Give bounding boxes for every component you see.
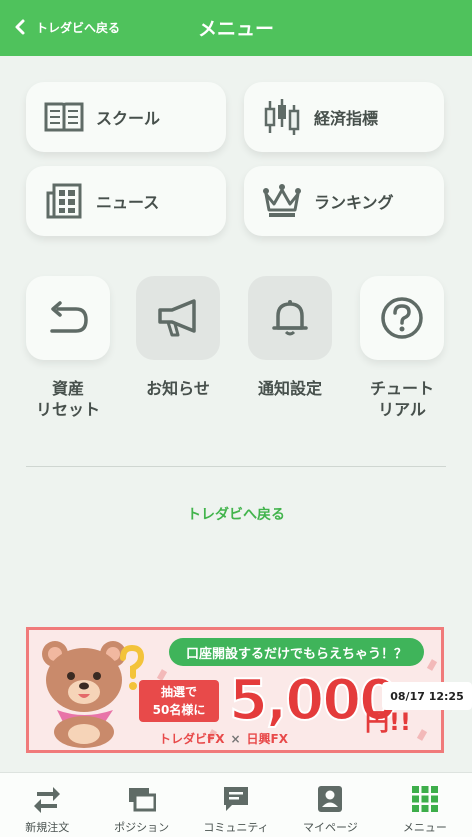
- divider: [26, 466, 446, 467]
- ranking-label: ランキング: [314, 193, 394, 212]
- back-label: トレダビへ戻る: [36, 20, 121, 35]
- profile-icon: [318, 786, 343, 812]
- reset-arrow-icon: [50, 301, 88, 333]
- tab-mypage[interactable]: マイページ: [283, 773, 377, 837]
- tab-community-label: コミュニティ: [203, 821, 269, 834]
- school-card[interactable]: スクール: [26, 82, 226, 152]
- asset-reset-button[interactable]: [26, 276, 110, 360]
- notification-settings-label: 通知設定: [257, 379, 322, 398]
- return-to-toredabi-link[interactable]: トレダビへ戻る: [0, 504, 472, 524]
- newspaper-icon: [46, 183, 82, 219]
- economic-indicators-label: 経済指標: [314, 109, 379, 128]
- book-icon: [44, 102, 84, 132]
- tab-menu[interactable]: メニュー: [378, 773, 472, 837]
- brand-times: ×: [230, 732, 241, 746]
- news-label: ニュース: [96, 193, 160, 212]
- brand-nikko-fx: 日興FX: [246, 732, 288, 746]
- lottery-badge: 抽選で 50名様に: [139, 680, 219, 722]
- banner-brands: トレダビFX × 日興FX: [159, 730, 288, 747]
- tab-new-order[interactable]: 新規注文: [0, 773, 94, 837]
- bell-icon: [272, 300, 308, 336]
- notification-settings-button[interactable]: [248, 276, 332, 360]
- ranking-card[interactable]: ランキング: [244, 166, 444, 236]
- swap-arrows-icon: [34, 787, 61, 813]
- notices-label: お知らせ: [146, 379, 210, 398]
- megaphone-icon: [158, 299, 196, 337]
- banner-headline: 口座開設するだけでもらえちゃう！？: [169, 638, 424, 666]
- brand-toredabi-fx: トレダビFX: [159, 732, 225, 746]
- notices-button[interactable]: [136, 276, 220, 360]
- timestamp-badge: 08/17 12:25: [382, 682, 472, 710]
- chat-icon: [224, 787, 249, 811]
- tab-positions-label: ポジション: [114, 821, 170, 834]
- question-icon: [381, 297, 423, 339]
- windows-icon: [128, 788, 156, 812]
- back-button[interactable]: トレダビへ戻る: [12, 18, 120, 36]
- candlestick-icon: [264, 99, 300, 135]
- tab-new-order-label: 新規注文: [25, 821, 70, 834]
- tab-menu-label: メニュー: [402, 821, 447, 834]
- news-card[interactable]: ニュース: [26, 166, 226, 236]
- economic-indicators-card[interactable]: 経済指標: [244, 82, 444, 152]
- tab-positions[interactable]: ポジション: [94, 773, 188, 837]
- grid-icon: [411, 786, 438, 812]
- school-label: スクール: [96, 109, 161, 128]
- tutorial-label: チュート リアル: [369, 379, 434, 419]
- chevron-left-icon: [15, 19, 25, 35]
- tab-community[interactable]: コミュニティ: [189, 773, 283, 837]
- tab-mypage-label: マイページ: [303, 821, 358, 834]
- bottom-tab-bar: 新規注文 ポジション コミュニティ マイページ メニュー: [0, 772, 472, 837]
- asset-reset-label: 資産 リセット: [35, 379, 100, 419]
- header-bar: トレダビへ戻る メニュー: [0, 0, 472, 56]
- tutorial-button[interactable]: [360, 276, 444, 360]
- crown-icon: [263, 184, 301, 217]
